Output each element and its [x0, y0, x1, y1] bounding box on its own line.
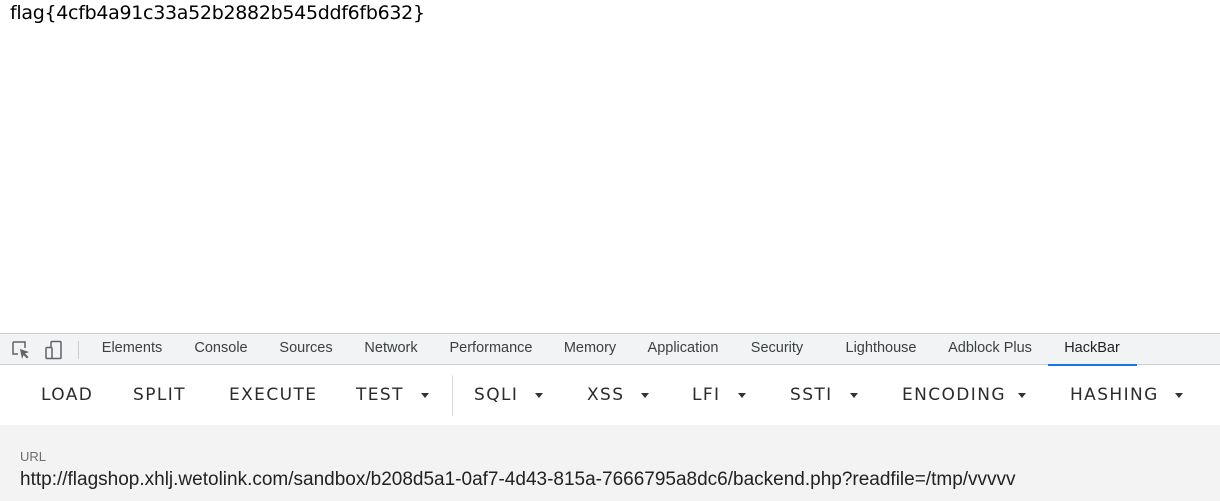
sqli-dropdown-icon[interactable]: [535, 393, 543, 398]
load-button[interactable]: LOAD: [41, 366, 93, 425]
hackbar-toolbar: LOAD SPLIT EXECUTE TEST SQLI XSS LFI SST…: [0, 366, 1220, 425]
tab-console[interactable]: Console: [194, 334, 247, 365]
device-toolbar-icon[interactable]: [44, 340, 64, 360]
split-button[interactable]: SPLIT: [133, 366, 186, 425]
test-button[interactable]: TEST: [356, 366, 404, 425]
url-input[interactable]: http://flagshop.xhlj.wetolink.com/sandbo…: [20, 469, 1210, 491]
devtools-tab-bar: Elements Console Sources Network Perform…: [0, 333, 1220, 366]
url-panel: URL http://flagshop.xhlj.wetolink.com/sa…: [0, 425, 1220, 501]
ssti-dropdown-icon[interactable]: [850, 393, 858, 398]
ssti-button[interactable]: SSTI: [790, 366, 833, 425]
page-content: flag{4cfb4a91c33a52b2882b545ddf6fb632}: [0, 0, 1220, 333]
tab-network[interactable]: Network: [364, 334, 417, 365]
hashing-dropdown-icon[interactable]: [1175, 393, 1183, 398]
flag-text: flag{4cfb4a91c33a52b2882b545ddf6fb632}: [10, 2, 425, 24]
xss-button[interactable]: XSS: [587, 366, 624, 425]
tab-performance[interactable]: Performance: [449, 334, 532, 365]
tab-lighthouse[interactable]: Lighthouse: [846, 334, 917, 365]
tab-sources[interactable]: Sources: [279, 334, 332, 365]
toolbar-divider: [452, 375, 453, 416]
tab-adblock-plus[interactable]: Adblock Plus: [948, 334, 1032, 365]
hashing-button[interactable]: HASHING: [1070, 366, 1159, 425]
tab-elements[interactable]: Elements: [102, 334, 162, 365]
xss-dropdown-icon[interactable]: [641, 393, 649, 398]
toolbar-divider: [78, 341, 79, 359]
lfi-button[interactable]: LFI: [692, 366, 720, 425]
encoding-dropdown-icon[interactable]: [1018, 393, 1026, 398]
test-dropdown-icon[interactable]: [421, 393, 429, 398]
inspect-element-icon[interactable]: [11, 340, 31, 360]
tab-hackbar[interactable]: HackBar: [1064, 334, 1120, 365]
tab-security[interactable]: Security: [751, 334, 803, 365]
lfi-dropdown-icon[interactable]: [738, 393, 746, 398]
tab-application[interactable]: Application: [648, 334, 719, 365]
encoding-button[interactable]: ENCODING: [902, 366, 1006, 425]
sqli-button[interactable]: SQLI: [474, 366, 518, 425]
tab-memory[interactable]: Memory: [564, 334, 616, 365]
execute-button[interactable]: EXECUTE: [229, 366, 317, 425]
url-label: URL: [20, 449, 47, 464]
